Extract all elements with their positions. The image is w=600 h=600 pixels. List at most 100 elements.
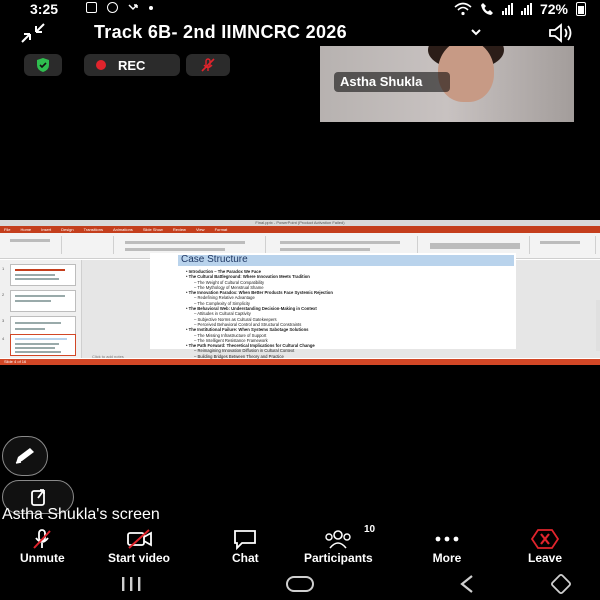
meeting-title[interactable]: Track 6B- 2nd IIMNCRC 2026	[94, 22, 347, 43]
signal-icon	[501, 3, 513, 15]
leave-label: Leave	[528, 551, 563, 565]
thumb-line	[15, 343, 59, 345]
chat-bubble-icon	[234, 530, 257, 550]
slide-thumbnail-panel[interactable]: 1 2 3 4	[0, 260, 82, 358]
ribbon-tab[interactable]: View	[196, 226, 205, 233]
video-off-icon	[127, 529, 152, 549]
back-icon[interactable]	[458, 574, 476, 594]
more-button[interactable]: More	[432, 528, 462, 565]
thumb-line	[15, 322, 61, 324]
thumb-line	[15, 351, 61, 353]
ribbon-control	[10, 239, 50, 242]
mic-off-icon	[33, 529, 52, 549]
chat-icon	[107, 2, 118, 13]
slide-number: 1	[2, 266, 5, 271]
leave-button[interactable]: Leave	[528, 528, 562, 565]
image-icon	[86, 2, 97, 13]
rec-label: REC	[118, 57, 146, 73]
participant-name: Astha Shukla	[340, 74, 423, 89]
battery-percent: 72%	[539, 1, 568, 17]
wifi-icon	[454, 2, 472, 16]
participants-icon	[325, 530, 352, 549]
collapse-icon[interactable]	[20, 22, 46, 44]
recording-badge[interactable]: REC	[84, 54, 180, 76]
slide-number: 4	[2, 336, 5, 341]
outline-text: Attitudes in Cultural Captivity	[197, 311, 251, 317]
ppt-ribbon-tabs: File Home Insert Design Transitions Animation…	[0, 226, 600, 233]
thumb-line	[15, 295, 65, 297]
outline-text: The Innovation Paradox: When Better Prod…	[188, 290, 333, 296]
chevron-down-icon[interactable]	[470, 26, 482, 38]
ribbon-tab[interactable]: Slide Show	[143, 226, 163, 233]
thumb-line	[15, 278, 59, 280]
ribbon-group-font	[116, 236, 266, 254]
ribbon-control	[540, 241, 580, 244]
ribbon-group-paragraph	[268, 236, 418, 254]
thumb-line	[15, 338, 67, 340]
rotate-icon[interactable]	[548, 574, 574, 594]
shared-screen-label: Astha Shukla's screen	[2, 506, 160, 523]
system-nav-bar	[0, 568, 600, 600]
home-icon[interactable]	[286, 576, 314, 592]
shield-icon	[37, 58, 49, 72]
vertical-scrollbar[interactable]	[596, 300, 600, 351]
leave-icon	[530, 529, 560, 549]
slide-thumbnail[interactable]	[10, 264, 76, 286]
unmute-label: Unmute	[20, 551, 65, 565]
ribbon-control	[125, 248, 225, 251]
outline-text: Subjective Norms as Cultural Gatekeepers	[197, 316, 277, 322]
recent-apps-icon[interactable]	[120, 576, 142, 592]
speaker-icon[interactable]	[548, 22, 576, 44]
outline-text: The Cultural Battleground: Where Innovat…	[188, 274, 310, 280]
outline-text: The Mythology of Menstrual Shame	[197, 284, 264, 290]
ribbon-tab[interactable]: Transitions	[84, 226, 103, 233]
slide-thumbnail[interactable]	[10, 290, 76, 312]
participants-label: Participants	[304, 551, 373, 565]
ribbon-control	[125, 241, 245, 244]
dot-icon	[149, 6, 153, 10]
call-icon	[480, 3, 493, 15]
outline-text: The Institutional Failure: When Systems …	[188, 327, 309, 333]
thumb-line	[15, 328, 45, 330]
slide-canvas[interactable]: Case Structure • Introduction – The Para…	[150, 253, 516, 365]
ribbon-tab[interactable]: Review	[173, 226, 186, 233]
shared-screen[interactable]: Final.pptx - PowerPoint (Product Activat…	[0, 220, 600, 365]
muted-indicator[interactable]	[186, 54, 230, 76]
ribbon-tab[interactable]: Insert	[41, 226, 51, 233]
status-right: 72%	[454, 1, 586, 17]
ribbon-tab[interactable]: Format	[215, 226, 228, 233]
start-video-label: Start video	[108, 551, 171, 565]
unmute-button[interactable]: Unmute	[20, 528, 65, 565]
participant-video-tile[interactable]: Astha Shukla	[320, 46, 574, 122]
chat-button[interactable]: Chat	[232, 528, 259, 565]
ribbon-control	[430, 243, 520, 249]
annotate-button[interactable]	[2, 436, 48, 476]
slide-outline: • Introduction – The Paradox We Face • Th…	[184, 269, 514, 365]
ribbon-group-slides	[64, 236, 114, 254]
outline-text: The Weight of Cultural Compatibility	[197, 279, 265, 285]
start-video-button[interactable]: Start video	[108, 528, 170, 565]
ribbon-tab[interactable]: Animations	[113, 226, 133, 233]
more-dots-icon	[435, 536, 459, 542]
pencil-icon	[15, 448, 34, 464]
missed-call-icon	[128, 2, 139, 13]
participants-button[interactable]: Participants	[304, 528, 373, 565]
outline-text: The Path Forward: Theoretical Implicatio…	[188, 343, 315, 349]
ribbon-tab[interactable]: Design	[61, 226, 73, 233]
ppt-status-bar: Slide 4 of 16	[0, 359, 600, 365]
record-dot-icon	[96, 60, 106, 70]
more-label: More	[432, 551, 462, 565]
outline-text: Building Bridges Between Theory and Prac…	[197, 353, 284, 359]
slide-number: 2	[2, 292, 5, 297]
mic-muted-icon	[201, 58, 215, 72]
ribbon-tab[interactable]: Home	[20, 226, 31, 233]
slide-number: 3	[2, 318, 5, 323]
ribbon-control	[280, 241, 400, 244]
signal-icon	[520, 3, 532, 15]
outline-text: Redefining Relative Advantage	[197, 295, 255, 301]
outline-text: Perceived Behavioral Control and Structu…	[197, 321, 302, 327]
outline-text: The Behavioral Web: Understanding Decisi…	[188, 306, 317, 312]
encryption-badge[interactable]	[24, 54, 62, 76]
ribbon-tab[interactable]: File	[4, 226, 10, 233]
slide-thumbnail-selected[interactable]	[10, 334, 76, 356]
